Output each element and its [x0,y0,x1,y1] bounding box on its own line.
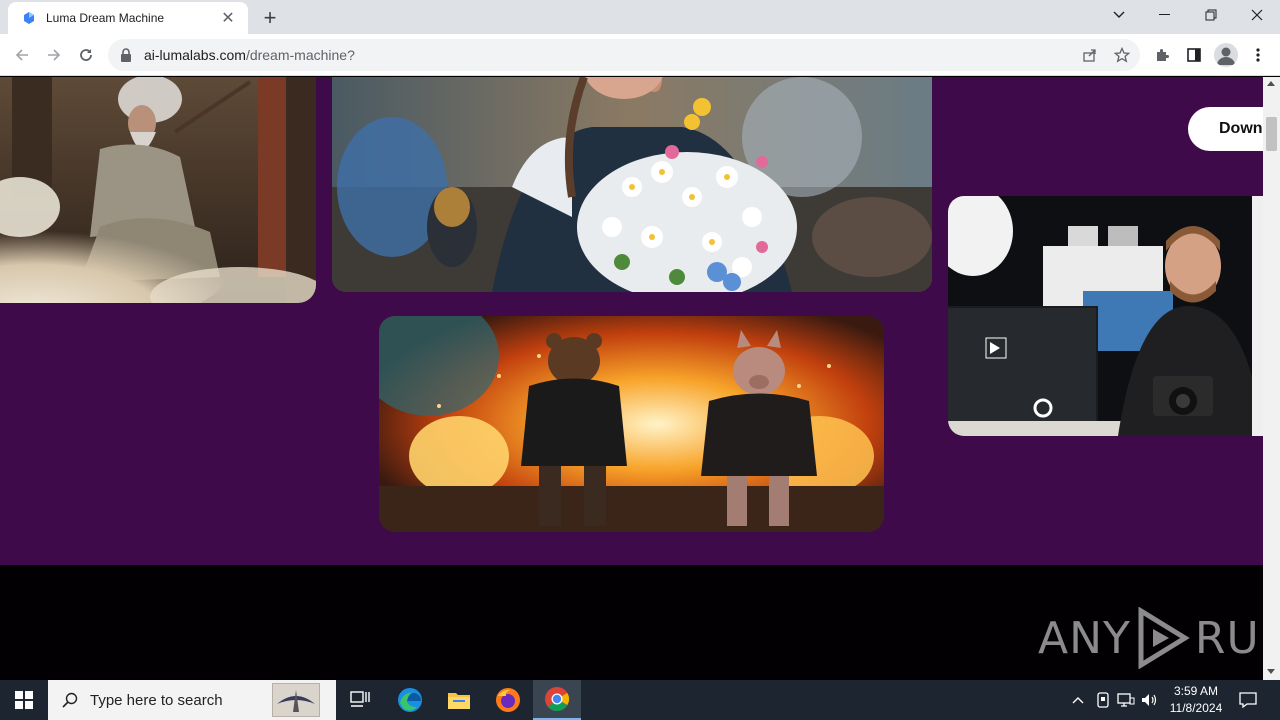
restore-icon [1205,9,1217,21]
scroll-up-arrow-icon[interactable] [1267,81,1275,86]
tab-search-button[interactable] [1096,0,1142,30]
back-button[interactable] [8,41,36,69]
clock-time: 3:59 AM [1173,684,1219,698]
windows-taskbar: Type here to search 3:59 AM 11/8/2024 [0,680,1280,720]
arrow-left-icon [15,49,28,61]
page-viewport: Down ANY RU [0,77,1263,680]
new-tab-button[interactable]: + [258,5,282,30]
bear-and-pig-in-explosion-image[interactable] [379,316,884,532]
firefox-icon [496,688,520,712]
minimize-icon [1159,14,1170,15]
share-icon[interactable] [1080,45,1100,65]
search-highlight-image [272,683,320,717]
task-view-button[interactable] [336,680,384,720]
clock-date: 11/8/2024 [1169,701,1223,715]
tab-title: Luma Dream Machine [46,11,165,25]
play-triangle-icon [1138,607,1190,669]
device-icon[interactable] [1093,690,1113,710]
anyrun-watermark: ANY RUN [1038,607,1263,669]
reload-icon [80,49,92,61]
system-clock[interactable]: 3:59 AM 11/8/2024 [1164,683,1228,717]
volume-icon[interactable] [1140,690,1160,710]
browser-toolbar: ai-lumalabs.com/dream-machine? [0,34,1280,76]
scroll-thumb[interactable] [1266,117,1277,151]
edge-taskbar-button[interactable] [386,680,434,720]
file-explorer-taskbar-button[interactable] [435,680,483,720]
search-icon [62,692,78,708]
reload-button[interactable] [72,41,100,69]
download-button[interactable]: Down [1188,107,1263,151]
page-scrollbar[interactable] [1263,77,1280,680]
restore-button[interactable] [1188,0,1234,30]
start-button[interactable] [0,680,48,720]
luma-favicon-icon [24,12,34,24]
taskbar-search-box[interactable]: Type here to search [48,680,336,720]
close-window-button[interactable] [1234,0,1280,30]
old-sage-with-staff-image[interactable] [0,77,316,303]
close-icon [1251,9,1263,21]
chevron-down-icon [1113,11,1125,18]
tab-close-icon[interactable]: ✕ [218,8,238,28]
minimize-button[interactable] [1142,0,1188,30]
url-host: ai-lumalabs.com [144,47,246,63]
scroll-down-arrow-icon[interactable] [1267,669,1275,674]
firefox-taskbar-button[interactable] [484,680,532,720]
lock-icon [121,48,131,62]
notification-icon [1239,692,1257,709]
address-bar[interactable]: ai-lumalabs.com/dream-machine? [108,39,1140,71]
bookmark-star-icon[interactable] [1112,45,1132,65]
forward-button[interactable] [40,41,68,69]
watermark-right-text: RUN [1194,612,1263,664]
folder-icon [448,693,470,709]
profile-avatar-icon[interactable] [1214,43,1238,67]
task-view-icon [350,691,370,707]
browser-tab[interactable]: Luma Dream Machine ✕ [8,2,248,34]
side-panel-icon[interactable] [1184,45,1204,65]
search-placeholder: Type here to search [90,691,223,709]
chrome-icon [545,687,570,712]
tab-strip: Luma Dream Machine ✕ + [0,0,1280,34]
photographer-at-desk-image[interactable] [948,196,1263,436]
show-hidden-icons-chevron-icon[interactable] [1068,690,1088,710]
windows-logo-icon [15,691,33,709]
edge-icon [398,688,422,712]
arrow-right-icon [48,49,61,61]
browser-menu-icon[interactable] [1248,45,1268,65]
chrome-taskbar-button[interactable] [533,680,581,720]
notifications-button[interactable] [1238,690,1258,710]
network-icon[interactable] [1116,690,1136,710]
watermark-left-text: ANY [1038,612,1131,664]
woman-with-flower-bouquet-image[interactable] [332,77,932,292]
url-path: /dream-machine? [245,47,355,63]
extensions-puzzle-icon[interactable] [1152,45,1172,65]
